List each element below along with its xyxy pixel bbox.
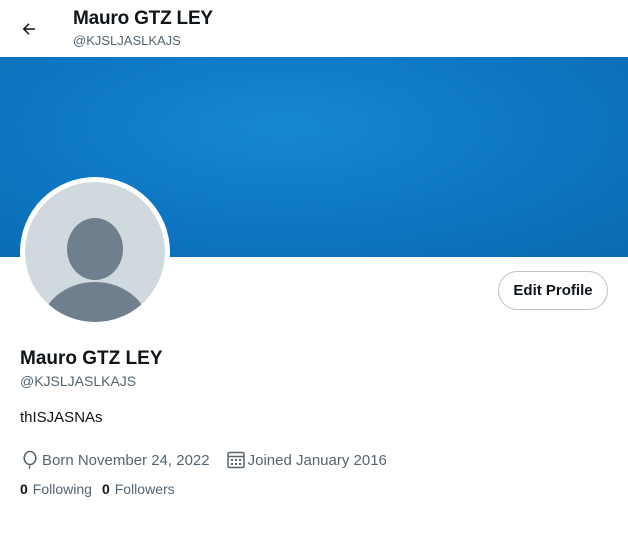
profile-header: Mauro GTZ LEY @KJSLJASLKAJS — [0, 0, 628, 57]
follow-stats: 0 Following 0 Followers — [20, 481, 185, 497]
profile-name: Mauro GTZ LEY — [20, 348, 163, 369]
header-title: Mauro GTZ LEY — [73, 8, 213, 29]
born-text: Born November 24, 2022 — [42, 451, 210, 469]
profile-meta: Born November 24, 2022 Joined January 20… — [20, 450, 403, 470]
followers-label: Followers — [114, 481, 175, 497]
profile-bio: thISJASNAs — [20, 409, 103, 426]
born-date: Born November 24, 2022 — [20, 450, 210, 470]
followers-count: 0 — [101, 481, 110, 497]
balloon-icon — [20, 450, 40, 470]
following-count: 0 — [20, 481, 28, 497]
edit-profile-button[interactable]: Edit Profile — [498, 271, 608, 310]
arrow-left-icon — [22, 23, 35, 35]
following-link[interactable]: 0 Following — [20, 481, 92, 497]
header-handle: @KJSLJASLKAJS — [73, 33, 181, 48]
following-label: Following — [32, 481, 92, 497]
back-button[interactable] — [13, 13, 45, 45]
default-avatar-icon — [25, 182, 165, 322]
profile-handle: @KJSLJASLKAJS — [20, 373, 137, 389]
avatar[interactable] — [20, 177, 170, 327]
followers-link[interactable]: 0 Followers — [102, 481, 175, 497]
joined-text: Joined January 2016 — [247, 451, 387, 469]
calendar-icon — [226, 450, 246, 470]
joined-date: Joined January 2016 — [226, 450, 387, 470]
